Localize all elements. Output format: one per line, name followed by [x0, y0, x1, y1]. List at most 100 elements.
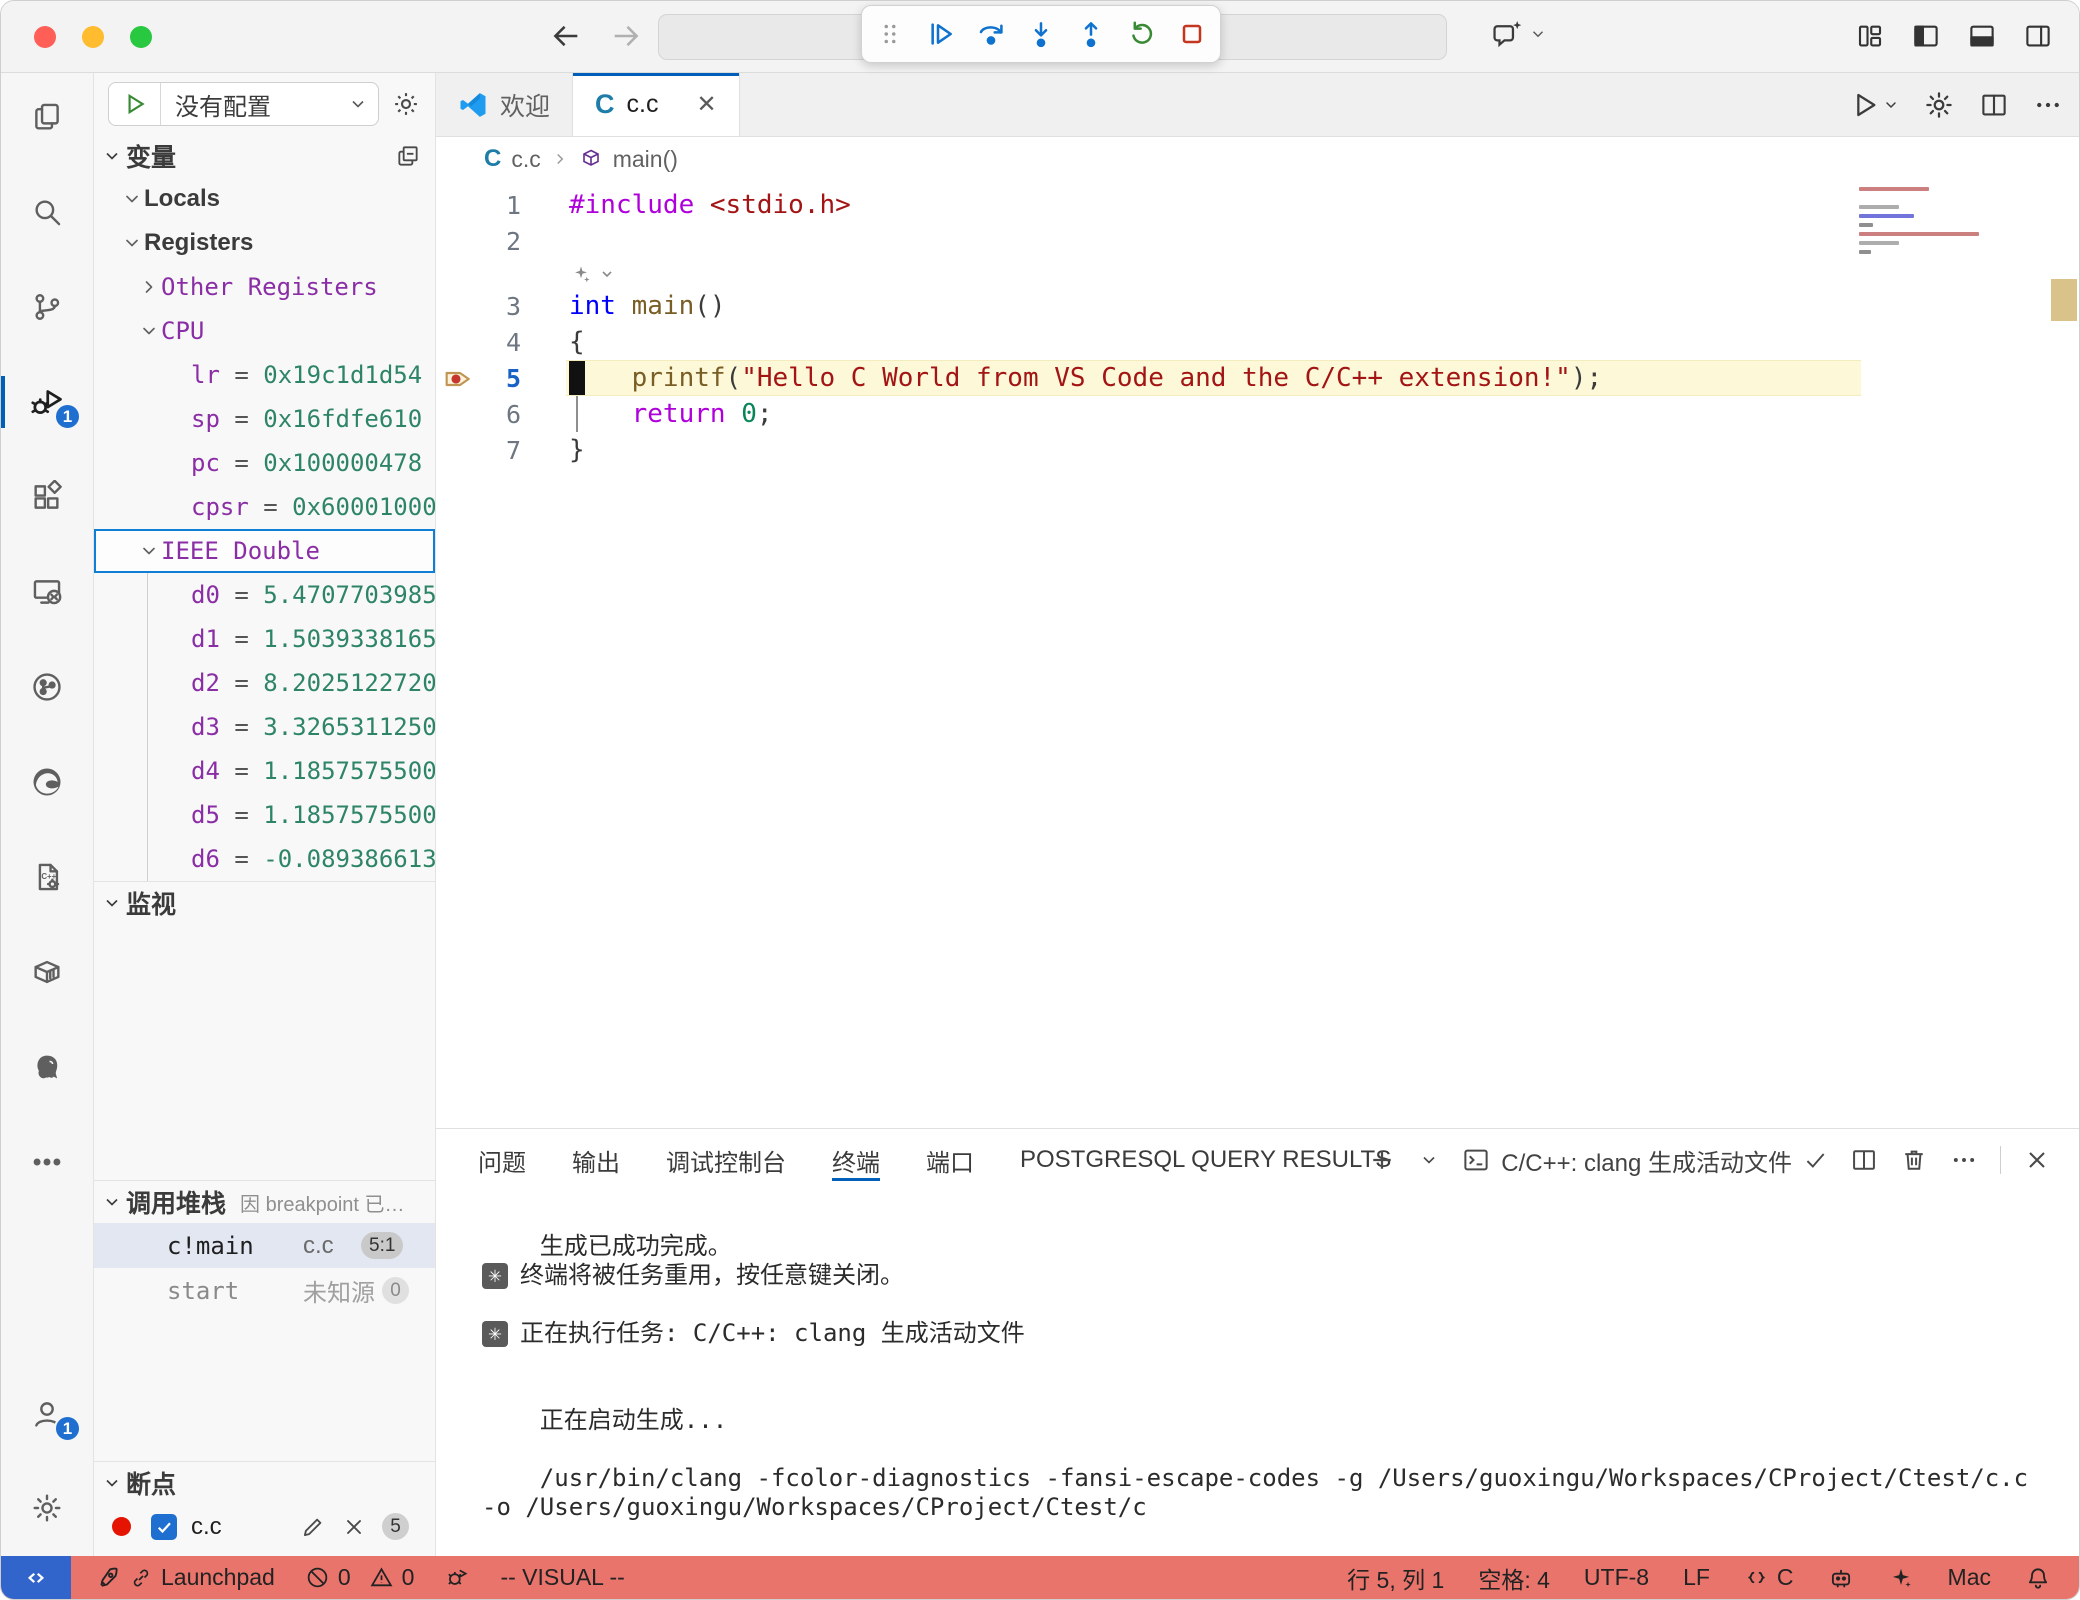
panel-tab-输出[interactable]: 输出 — [572, 1129, 620, 1191]
customize-layout-icon[interactable] — [1853, 19, 1887, 53]
variable-row-d6[interactable]: d6 = -0.089386613… — [94, 837, 435, 881]
minimize-window-button[interactable] — [82, 26, 104, 48]
watch-section-header[interactable]: 监视 — [94, 882, 435, 924]
close-window-button[interactable] — [34, 26, 56, 48]
tree-item-locals[interactable]: Locals — [94, 177, 435, 221]
variable-row-cpsr[interactable]: cpsr = 0x60001000 — [94, 485, 435, 529]
eol[interactable]: LF — [1683, 1564, 1710, 1591]
variable-row-sp[interactable]: sp = 0x16fdfe610 — [94, 397, 435, 441]
tab-c.c[interactable]: C c.c ✕ — [573, 73, 740, 136]
gutter[interactable]: 6 — [436, 396, 569, 432]
panel-tab-端口[interactable]: 端口 — [926, 1129, 974, 1191]
terminal-profile-chevron-icon[interactable] — [1419, 1150, 1439, 1170]
activity-gitlens[interactable] — [1, 655, 93, 719]
code-line-1[interactable]: 1 #include <stdio.h> — [436, 187, 2079, 223]
code-line-3[interactable]: 3 int main() — [436, 288, 2079, 324]
current-breakpoint-icon[interactable] — [442, 363, 474, 395]
code-line-6[interactable]: 6 return 0; — [436, 396, 2079, 432]
breadcrumb-file[interactable]: c.c — [511, 146, 540, 173]
stack-frame-c!main[interactable]: c!mainc.c5:1 — [94, 1223, 435, 1268]
drag-grip-button[interactable] — [872, 15, 908, 53]
panel-tab-调试控制台[interactable]: 调试控制台 — [666, 1129, 786, 1191]
breadcrumb-symbol[interactable]: main() — [613, 146, 678, 173]
code-line-2[interactable]: 2 — [436, 223, 2079, 259]
restart-button[interactable] — [1123, 15, 1159, 53]
debug-settings-gear-icon[interactable] — [391, 89, 421, 119]
inline-suggestion-widget[interactable] — [436, 259, 2079, 288]
step-into-button[interactable] — [1023, 15, 1059, 53]
activity-extensions[interactable] — [1, 465, 93, 529]
language-mode[interactable]: C — [1744, 1564, 1794, 1591]
tree-item-registers[interactable]: Registers — [94, 221, 435, 265]
collapse-all-icon[interactable] — [395, 143, 421, 169]
variable-row-d0[interactable]: d0 = 5.4707703985… — [94, 573, 435, 617]
breakpoint-checkbox[interactable] — [151, 1514, 177, 1540]
activity-containers[interactable] — [1, 940, 93, 1004]
step-over-button[interactable] — [973, 15, 1009, 53]
indentation[interactable]: 空格: 4 — [1478, 1561, 1550, 1595]
variable-row-d1[interactable]: d1 = 1.5039338165… — [94, 617, 435, 661]
continue-button[interactable] — [922, 15, 958, 53]
variable-row-pc[interactable]: pc = 0x100000478 — [94, 441, 435, 485]
encoding[interactable]: UTF-8 — [1584, 1564, 1649, 1591]
activity-explorer[interactable] — [1, 85, 93, 149]
navigate-forward-icon[interactable] — [609, 19, 643, 53]
gutter[interactable]: 3 — [436, 288, 569, 324]
navigate-back-icon[interactable] — [549, 19, 583, 53]
activity-postgresql[interactable] — [1, 1035, 93, 1099]
more-actions-icon[interactable] — [1950, 1146, 1978, 1174]
code-line-7[interactable]: 7 } — [436, 432, 2079, 468]
zoom-window-button[interactable] — [130, 26, 152, 48]
start-debug-icon[interactable] — [109, 83, 161, 125]
cursor-position[interactable]: 行 5, 列 1 — [1347, 1561, 1444, 1595]
close-panel-icon[interactable] — [2023, 1146, 2051, 1174]
variable-row-d5[interactable]: d5 = 1.1857575500… — [94, 793, 435, 837]
kill-terminal-icon[interactable] — [1900, 1146, 1928, 1174]
terminal-task-entry[interactable]: C/C++: clang 生成活动文件 — [1461, 1143, 1828, 1178]
call-stack-section-header[interactable]: 调用堆栈 因 breakpoint 已… — [94, 1181, 435, 1223]
variable-row-d3[interactable]: d3 = 3.3265311250… — [94, 705, 435, 749]
more-icon[interactable] — [2033, 90, 2063, 120]
panel-tab-问题[interactable]: 问题 — [478, 1129, 526, 1191]
variables-section-header[interactable]: 变量 — [94, 135, 435, 177]
settings-gear-icon[interactable] — [1923, 89, 1955, 121]
minimap[interactable] — [1859, 187, 2009, 259]
activity-settings[interactable] — [1, 1476, 93, 1540]
breakpoints-section-header[interactable]: 断点 — [94, 1462, 435, 1504]
toggle-secondary-sidebar-icon[interactable] — [2021, 19, 2055, 53]
panel-tab-终端[interactable]: 终端 — [832, 1129, 880, 1191]
activity-search[interactable] — [1, 180, 93, 244]
remove-breakpoint-icon[interactable] — [342, 1515, 366, 1539]
breakpoint-row[interactable]: c.c 5 — [94, 1504, 435, 1549]
problems-status-item[interactable]: 0 0 — [305, 1564, 415, 1591]
variable-row-d4[interactable]: d4 = 1.1857575500… — [94, 749, 435, 793]
stop-button[interactable] — [1174, 15, 1210, 53]
activity-run-debug[interactable]: 1 — [1, 370, 93, 434]
panel-tab-POSTGRESQL QUERY RESULTS[interactable]: POSTGRESQL QUERY RESULTS — [1020, 1129, 1391, 1191]
run-or-debug-icon[interactable] — [1849, 89, 1899, 121]
activity-accounts[interactable]: 1 — [1, 1382, 93, 1446]
tab-欢迎[interactable]: 欢迎 — [436, 73, 573, 136]
step-out-button[interactable] — [1073, 15, 1109, 53]
stack-frame-start[interactable]: start未知源0 — [94, 1268, 435, 1313]
activity-edge-tools[interactable] — [1, 750, 93, 814]
split-terminal-icon[interactable] — [1850, 1146, 1878, 1174]
gutter[interactable]: 4 — [436, 324, 569, 360]
toggle-panel-icon[interactable] — [1965, 19, 1999, 53]
debug-status-icon[interactable] — [444, 1565, 470, 1591]
notifications[interactable] — [2025, 1565, 2051, 1591]
launchpad-status-item[interactable]: Launchpad — [95, 1564, 275, 1591]
code-line-5[interactable]: 5 printf("Hello C World from VS Code and… — [436, 360, 2079, 396]
new-terminal-button[interactable] — [1367, 1145, 1397, 1175]
copilot-menu[interactable] — [1491, 17, 1547, 51]
copilot-robot[interactable] — [1828, 1565, 1854, 1591]
terminal-output[interactable]: 生成已成功完成。 ✳终端将被任务重用，按任意键关闭。 ✳正在执行任务: C/C+… — [436, 1191, 2079, 1556]
launch-config-dropdown[interactable]: 没有配置 — [108, 82, 379, 126]
close-tab-icon[interactable]: ✕ — [696, 90, 716, 119]
keyboard-layout[interactable]: Mac — [1948, 1564, 1991, 1591]
activity-cpp-build[interactable]: C++ — [1, 845, 93, 909]
breadcrumb[interactable]: C c.c main() — [436, 137, 2079, 181]
gutter[interactable]: 2 — [436, 223, 569, 259]
toggle-primary-sidebar-icon[interactable] — [1909, 19, 1943, 53]
gutter[interactable]: 5 — [436, 360, 569, 396]
